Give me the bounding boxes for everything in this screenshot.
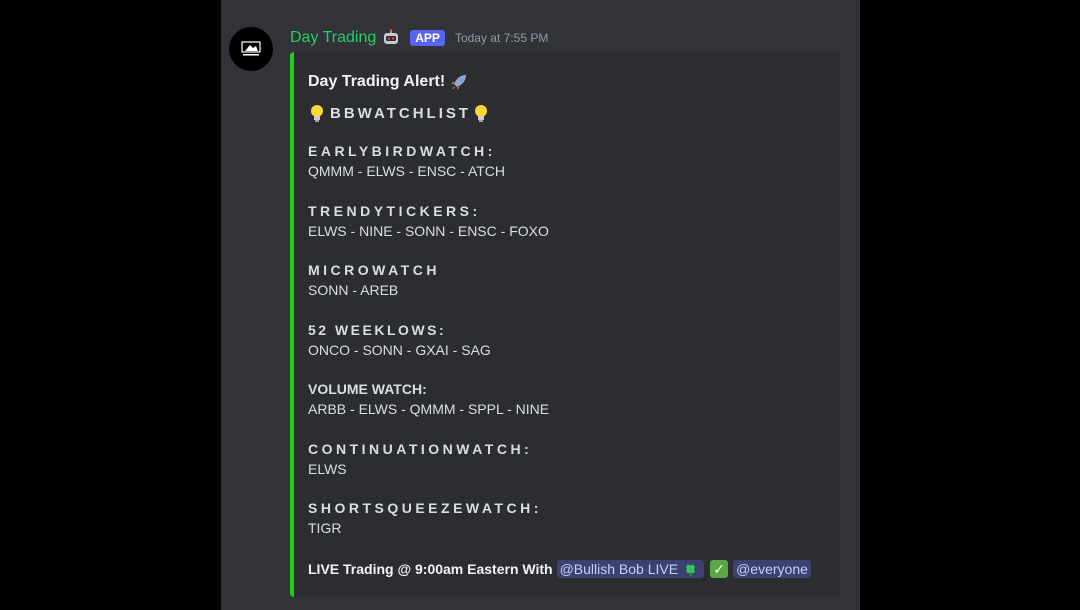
section-heading-trendy: TRENDYTICKERS: <box>308 203 481 219</box>
section-tickers-volume: ARBB - ELWS - QMMM - SPPL - NINE <box>308 401 550 417</box>
embed: Day Trading Alert! BBWATCHLIST EARLYBIRD… <box>290 52 840 597</box>
message-header: Day Trading APP Today at 7:55 PM <box>290 27 548 49</box>
avatar[interactable] <box>229 27 273 71</box>
footer-text: LIVE Trading @ 9:00am Eastern With <box>308 561 553 577</box>
embed-title-text: Day Trading Alert! <box>308 73 446 90</box>
mention-bullish-bob[interactable]: @Bullish Bob LIVE <box>556 560 705 578</box>
app-tag: APP <box>410 30 445 46</box>
section-heading-micro: MICROWATCH <box>308 262 440 278</box>
section-tickers-continuation: ELWS <box>308 461 347 477</box>
section-heading-52week: 52 WEEKLOWS: <box>308 322 447 338</box>
embed-footer: LIVE Trading @ 9:00am Eastern With @Bull… <box>308 560 811 578</box>
section-tickers-earlybird: QMMM - ELWS - ENSC - ATCH <box>308 163 506 179</box>
rocket-icon <box>449 72 469 92</box>
embed-subtitle-text: BBWATCHLIST <box>330 104 472 122</box>
robot-icon <box>382 29 400 47</box>
timestamp[interactable]: Today at 7:55 PM <box>455 31 548 45</box>
check-mark-icon: ✓ <box>710 560 729 578</box>
section-tickers-shortsqueeze: TIGR <box>308 520 342 536</box>
section-tickers-52week: ONCO - SONN - GXAI - SAG <box>308 342 491 358</box>
lightbulb-icon <box>308 103 326 123</box>
section-tickers-micro: SONN - AREB <box>308 282 399 298</box>
section-heading-volume: VOLUME WATCH: <box>308 381 427 397</box>
section-tickers-trendy: ELWS - NINE - SONN - ENSC - FOXO <box>308 223 549 239</box>
section-heading-shortsqueeze: SHORTSQUEEZEWATCH: <box>308 500 542 516</box>
four-leaf-clover-icon <box>684 563 697 576</box>
embed-subtitle: BBWATCHLIST <box>308 103 490 123</box>
embed-title: Day Trading Alert! <box>308 72 469 92</box>
lightbulb-icon <box>472 103 490 123</box>
username[interactable]: Day Trading <box>290 29 376 47</box>
section-heading-earlybird: EARLYBIRDWATCH: <box>308 143 496 159</box>
section-heading-continuation: CONTINUATIONWATCH: <box>308 441 533 457</box>
mention-user-text: @Bullish Bob LIVE <box>559 561 679 577</box>
logo-icon <box>241 41 261 56</box>
mention-everyone[interactable]: @everyone <box>733 560 811 578</box>
chat-panel: Day Trading APP Today at 7:55 PM Day Tra… <box>221 0 860 610</box>
